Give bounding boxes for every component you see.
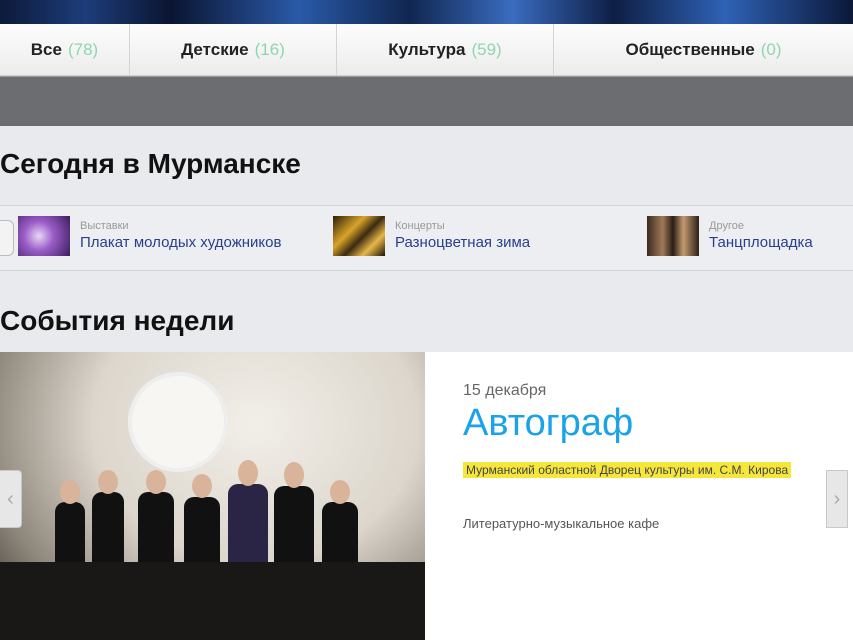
featured-event: ‹ 15 декабря Автограф Мурманский областн… bbox=[0, 352, 853, 640]
sub-nav-bar bbox=[0, 76, 853, 126]
performer-head bbox=[330, 480, 350, 504]
performer-head bbox=[146, 470, 166, 494]
tab-count: (0) bbox=[760, 39, 782, 59]
tab-count: (59) bbox=[471, 39, 502, 59]
tab-count: (16) bbox=[254, 39, 285, 59]
item-category: Концерты bbox=[395, 220, 445, 232]
chevron-right-icon: › bbox=[833, 487, 841, 510]
tab-label: Все bbox=[30, 39, 62, 59]
tab-label: Детские bbox=[181, 39, 249, 59]
today-strip: Выставки Плакат молодых художников Конце… bbox=[0, 205, 853, 271]
performer-head bbox=[192, 474, 212, 498]
tab-label: Общественные bbox=[625, 39, 755, 59]
event-photo[interactable] bbox=[0, 352, 425, 640]
performer-head bbox=[60, 480, 80, 504]
tab-all[interactable]: Все (78) bbox=[0, 24, 130, 75]
item-title-link[interactable]: Разноцветная зима bbox=[395, 233, 530, 253]
venue-text: Мурманский областной Дворец культуры им.… bbox=[463, 462, 792, 478]
item-title-link[interactable]: Танцплощадка bbox=[709, 233, 813, 253]
performer-head bbox=[284, 462, 304, 488]
thumbnail-image bbox=[333, 216, 385, 256]
tab-culture[interactable]: Культура (59) bbox=[337, 24, 554, 75]
category-tabs: Все (78) Детские (16) Культура (59) Обще… bbox=[0, 24, 853, 76]
audience-silhouette bbox=[0, 562, 425, 640]
today-item[interactable]: Другое Танцплощадка bbox=[647, 216, 813, 256]
item-category: Выставки bbox=[80, 220, 129, 232]
performer-head bbox=[98, 470, 118, 494]
stage-logo bbox=[128, 372, 228, 472]
performer-head bbox=[238, 460, 258, 486]
today-item[interactable]: Концерты Разноцветная зима bbox=[333, 216, 530, 256]
tab-label: Культура bbox=[388, 39, 466, 59]
event-venue[interactable]: Мурманский областной Дворец культуры им.… bbox=[463, 460, 793, 481]
item-title-link[interactable]: Плакат молодых художников bbox=[80, 233, 281, 253]
next-event-button[interactable]: › bbox=[826, 470, 848, 528]
thumbnail-image bbox=[647, 216, 699, 256]
header-banner bbox=[0, 0, 853, 24]
tab-kids[interactable]: Детские (16) bbox=[130, 24, 337, 75]
today-heading: Сегодня в Мурманске bbox=[0, 148, 301, 179]
event-title-link[interactable]: Автограф bbox=[463, 402, 633, 445]
week-heading: События недели bbox=[0, 305, 235, 336]
event-date: 15 декабря bbox=[463, 382, 547, 399]
prev-event-button[interactable]: ‹ bbox=[0, 470, 22, 528]
tab-count: (78) bbox=[67, 39, 99, 59]
tab-social[interactable]: Общественные (0) bbox=[554, 24, 853, 75]
chevron-left-icon: ‹ bbox=[7, 487, 14, 510]
event-description: Литературно-музыкальное кафе bbox=[463, 516, 660, 531]
thumbnail-image bbox=[18, 216, 70, 256]
item-category: Другое bbox=[709, 220, 744, 232]
today-prev-button[interactable] bbox=[0, 220, 14, 256]
today-item[interactable]: Выставки Плакат молодых художников bbox=[18, 216, 281, 256]
